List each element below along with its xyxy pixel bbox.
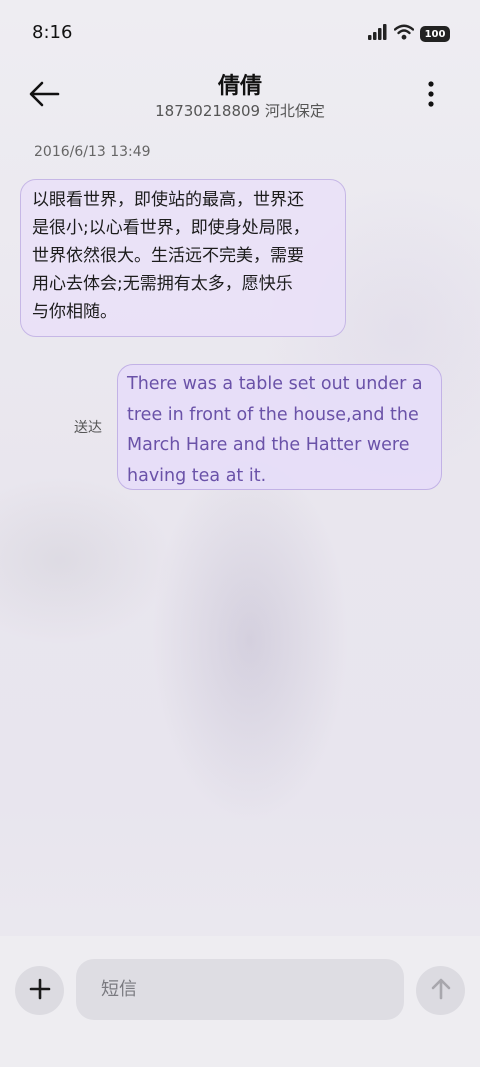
status-bar: 8:16 100	[0, 0, 480, 68]
plus-icon	[29, 978, 51, 1004]
contact-name: 倩倩	[217, 74, 262, 99]
outgoing-message-bubble[interactable]: There was a table set out under a tree i…	[117, 364, 442, 490]
message-line: March Hare and the Hatter were	[127, 435, 410, 455]
message-line: 用心去体会;无需拥有太多，愿快乐	[32, 274, 293, 294]
incoming-message-bubble[interactable]: 以眼看世界，即使站的最高，世界还 是很小;以心看世界，即使身处局限， 世界依然很…	[20, 179, 346, 337]
message-line: 以眼看世界，即使站的最高，世界还	[32, 190, 304, 210]
add-attachment-button[interactable]	[15, 966, 64, 1015]
message-line: 世界依然很大。生活远不完美，需要	[32, 246, 304, 266]
message-line: 是很小;以心看世界，即使身处局限，	[32, 218, 310, 238]
contact-number-location: 18730218809 河北保定	[155, 102, 325, 120]
conversation-header: 倩倩 18730218809 河北保定	[0, 60, 480, 130]
signal-icon	[368, 24, 388, 44]
message-line: tree in front of the house,and the	[127, 404, 419, 425]
message-line: having tea at it.	[127, 465, 267, 486]
status-icons: 100	[368, 24, 450, 44]
message-input[interactable]	[76, 959, 404, 1020]
more-options-button[interactable]	[418, 78, 444, 112]
send-button[interactable]	[416, 966, 465, 1015]
wifi-icon	[393, 24, 415, 44]
chat-wallpaper	[0, 0, 480, 1067]
battery-icon: 100	[420, 26, 450, 42]
more-vertical-icon	[418, 81, 444, 116]
send-arrow-up-icon	[430, 977, 452, 1005]
composer-bar	[0, 936, 480, 1067]
message-timestamp: 2016/6/13 13:49	[34, 144, 151, 160]
delivery-status: 送达	[74, 420, 102, 436]
message-line: 与你相随。	[32, 302, 117, 322]
message-line: There was a table set out under a	[127, 374, 423, 394]
status-time: 8:16	[32, 22, 73, 43]
